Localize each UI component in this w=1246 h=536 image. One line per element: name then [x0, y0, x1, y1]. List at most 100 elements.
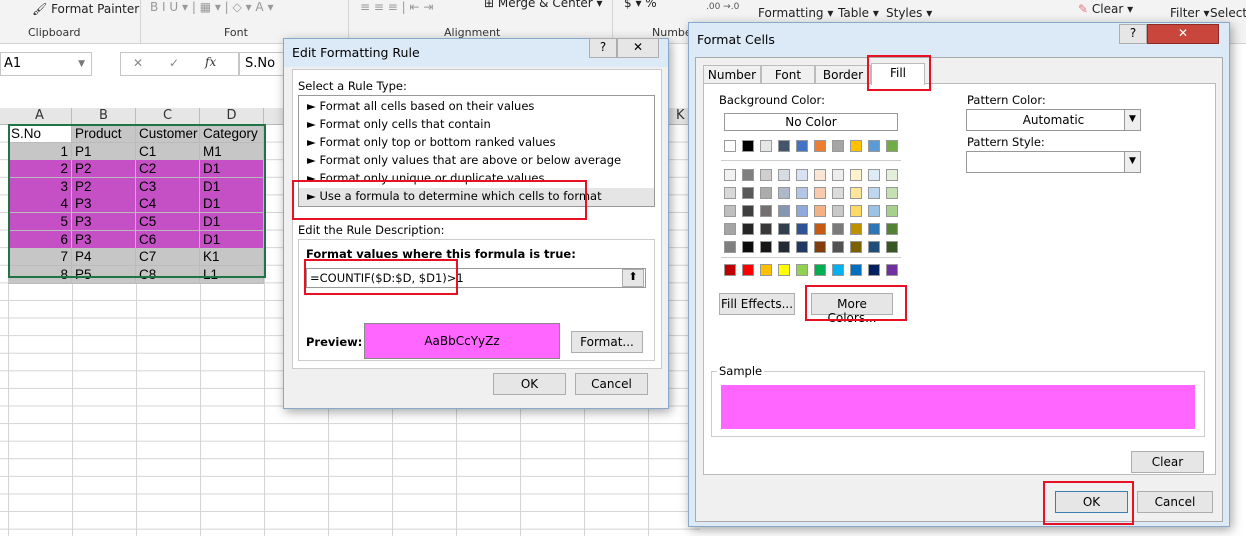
color-swatch[interactable] [850, 169, 862, 181]
color-swatch[interactable] [778, 264, 790, 276]
tab-border[interactable]: Border [815, 65, 871, 85]
color-swatch[interactable] [886, 169, 898, 181]
align-icons[interactable]: ≡ ≡ ≡ | ⇤ ⇥ [360, 0, 433, 14]
name-box[interactable]: A1 ▼ [0, 52, 92, 76]
color-swatch[interactable] [742, 169, 754, 181]
color-swatch[interactable] [886, 241, 898, 253]
column-header-k[interactable]: K [676, 108, 685, 123]
pattern-style-dropdown[interactable]: ▼ [966, 151, 1141, 173]
color-swatch[interactable] [796, 169, 808, 181]
color-swatch[interactable] [760, 187, 772, 199]
color-swatch[interactable] [796, 205, 808, 217]
rule-type-item[interactable]: ► Format only values that are above or b… [299, 152, 654, 170]
color-swatch[interactable] [868, 205, 880, 217]
color-swatch[interactable] [868, 140, 880, 152]
color-swatch[interactable] [778, 187, 790, 199]
format-painter-button[interactable]: 🖌 Format Painter [32, 2, 139, 16]
color-swatch[interactable] [778, 205, 790, 217]
color-swatch[interactable] [868, 264, 880, 276]
color-swatch[interactable] [796, 140, 808, 152]
close-button[interactable]: ✕ [1147, 24, 1219, 44]
color-swatch[interactable] [814, 205, 826, 217]
help-button[interactable]: ? [1119, 24, 1147, 44]
color-swatch[interactable] [814, 223, 826, 235]
currency-icon[interactable]: $ ▾ % [624, 0, 657, 10]
cancel-button[interactable]: Cancel [1137, 491, 1213, 513]
color-swatch[interactable] [850, 264, 862, 276]
no-color-button[interactable]: No Color [724, 113, 898, 131]
column-header-a[interactable]: A [8, 108, 72, 125]
column-header-d[interactable]: D [200, 108, 264, 125]
color-swatch[interactable] [886, 140, 898, 152]
color-swatch[interactable] [742, 140, 754, 152]
color-swatch[interactable] [886, 205, 898, 217]
formula-input[interactable]: S.No [238, 52, 288, 76]
color-swatch[interactable] [742, 187, 754, 199]
color-swatch[interactable] [814, 169, 826, 181]
filter-button[interactable]: Filter ▾ [1170, 6, 1210, 20]
color-swatch[interactable] [724, 264, 736, 276]
color-swatch[interactable] [832, 223, 844, 235]
color-swatch[interactable] [796, 187, 808, 199]
color-swatch[interactable] [886, 187, 898, 199]
color-swatch[interactable] [868, 223, 880, 235]
clear-button[interactable]: Clear [1131, 451, 1204, 473]
color-swatch[interactable] [850, 205, 862, 217]
color-swatch[interactable] [760, 205, 772, 217]
color-swatch[interactable] [868, 187, 880, 199]
color-swatch[interactable] [886, 223, 898, 235]
color-swatch[interactable] [778, 169, 790, 181]
fx-icon[interactable]: fx [205, 55, 216, 69]
color-swatch[interactable] [850, 140, 862, 152]
color-swatch[interactable] [724, 223, 736, 235]
conditional-formatting-button[interactable]: Formatting ▾ [758, 6, 833, 20]
rule-type-item[interactable]: ► Format only cells that contain [299, 116, 654, 134]
color-swatch[interactable] [832, 169, 844, 181]
bold-italic-underline-icons[interactable]: B I U ▾ | ▦ ▾ | ◇ ▾ A ▾ [150, 0, 273, 14]
color-swatch[interactable] [796, 264, 808, 276]
color-swatch[interactable] [814, 241, 826, 253]
column-header-b[interactable]: B [72, 108, 136, 125]
tab-number[interactable]: Number [703, 65, 761, 85]
color-swatch[interactable] [868, 241, 880, 253]
color-swatch[interactable] [832, 205, 844, 217]
color-swatch[interactable] [850, 187, 862, 199]
color-swatch[interactable] [850, 241, 862, 253]
cancel-icon[interactable]: ✕ [133, 56, 143, 70]
color-swatch[interactable] [814, 264, 826, 276]
color-swatch[interactable] [724, 205, 736, 217]
color-swatch[interactable] [760, 264, 772, 276]
merge-center-button[interactable]: ⊞ Merge & Center ▾ [484, 0, 603, 10]
enter-icon[interactable]: ✓ [169, 56, 179, 70]
rule-type-item[interactable]: ► Format only top or bottom ranked value… [299, 134, 654, 152]
tab-fill[interactable]: Fill [871, 63, 925, 85]
color-swatch[interactable] [742, 241, 754, 253]
close-button[interactable]: ✕ [617, 38, 659, 58]
decimal-icons[interactable]: .00 →.0 [706, 2, 739, 12]
color-swatch[interactable] [796, 223, 808, 235]
color-swatch[interactable] [832, 140, 844, 152]
color-swatch[interactable] [778, 223, 790, 235]
color-swatch[interactable] [832, 241, 844, 253]
color-swatch[interactable] [760, 223, 772, 235]
color-swatch[interactable] [778, 241, 790, 253]
column-header-c[interactable]: C [136, 108, 200, 125]
help-button[interactable]: ? [589, 38, 617, 58]
color-swatch[interactable] [760, 241, 772, 253]
color-swatch[interactable] [760, 169, 772, 181]
color-swatch[interactable] [814, 187, 826, 199]
format-button[interactable]: Format... [571, 331, 643, 353]
color-swatch[interactable] [886, 264, 898, 276]
color-swatch[interactable] [742, 223, 754, 235]
rule-type-item[interactable]: ► Format all cells based on their values [299, 98, 654, 116]
color-swatch[interactable] [832, 187, 844, 199]
color-swatch[interactable] [724, 241, 736, 253]
color-swatch[interactable] [850, 223, 862, 235]
cell-styles-button[interactable]: Styles ▾ [886, 6, 932, 20]
fill-effects-button[interactable]: Fill Effects... [719, 293, 795, 315]
color-swatch[interactable] [760, 140, 772, 152]
color-swatch[interactable] [724, 169, 736, 181]
color-swatch[interactable] [778, 140, 790, 152]
cancel-button[interactable]: Cancel [575, 373, 648, 395]
color-swatch[interactable] [832, 264, 844, 276]
